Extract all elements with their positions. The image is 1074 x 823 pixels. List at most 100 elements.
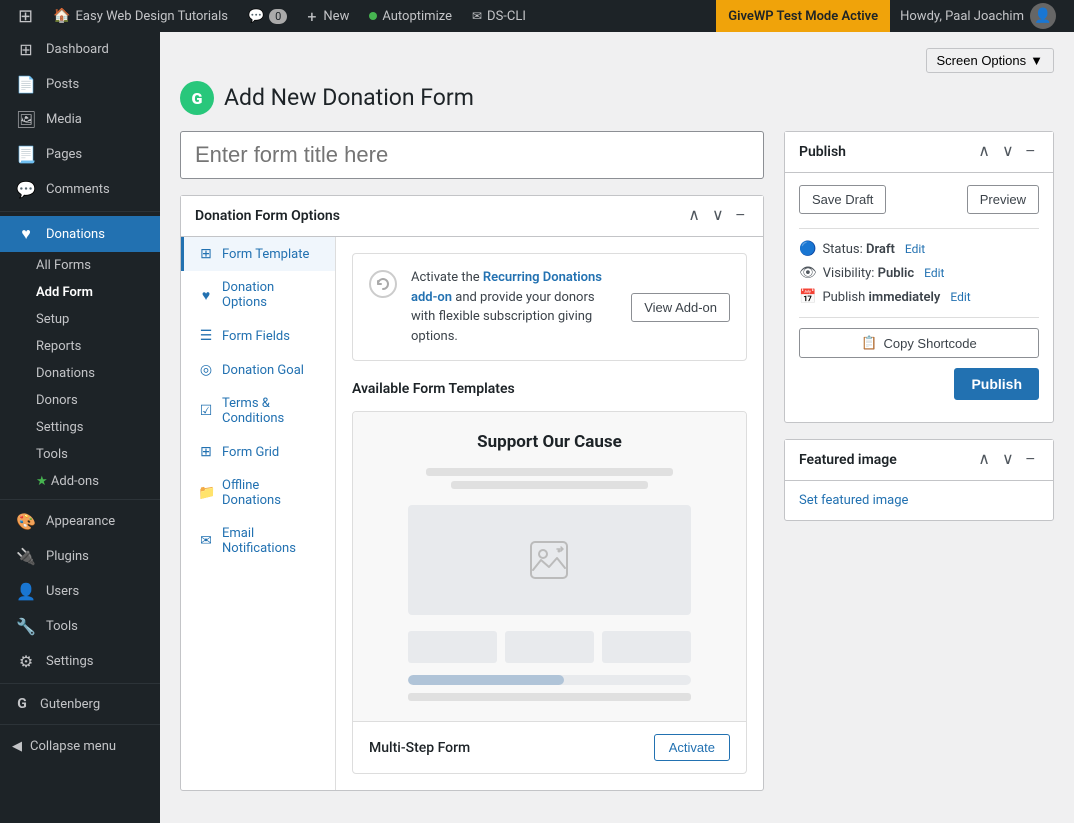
visibility-icon: 👁 — [799, 265, 817, 281]
publish-footer: Publish — [799, 368, 1039, 410]
adminbar-user-menu[interactable]: Howdy, Paal Joachim 👤 — [890, 0, 1066, 32]
preview-amount-boxes — [408, 631, 690, 663]
featured-image-controls: ∧ ∨ − — [974, 450, 1039, 470]
featured-collapse-down-button[interactable]: ∨ — [998, 450, 1018, 470]
form-options-sidebar: ⊞ Form Template ♥ Donation Options — [181, 237, 336, 790]
copy-shortcode-button[interactable]: 📋 Copy Shortcode — [799, 328, 1039, 358]
adminbar-comments[interactable]: 💬 0 — [238, 0, 297, 32]
submenu-donors[interactable]: Donors — [0, 387, 160, 414]
admin-bar: ⊞ 🏠 Easy Web Design Tutorials 💬 0 + New … — [0, 0, 1074, 32]
recurring-icon — [369, 270, 397, 304]
options-menu-form-fields[interactable]: ☰ Form Fields — [181, 319, 335, 353]
publish-time-edit-link[interactable]: Edit — [950, 290, 970, 304]
save-draft-button[interactable]: Save Draft — [799, 185, 886, 214]
publish-collapse-up-button[interactable]: ∧ — [974, 142, 994, 162]
page-title: Add New Donation Form — [224, 83, 474, 113]
submenu-donations[interactable]: Donations — [0, 360, 160, 387]
sidebar-item-tools[interactable]: 🔧 Tools — [0, 609, 160, 644]
template-name: Multi-Step Form — [369, 740, 470, 756]
preview-bottom-lines — [408, 693, 690, 701]
screen-options-button[interactable]: Screen Options ▼ — [926, 48, 1054, 73]
metabox-collapse-down-button[interactable]: ∨ — [708, 206, 728, 226]
sidebar-item-appearance[interactable]: 🎨 Appearance — [0, 504, 160, 539]
template-card: Support Our Cause — [352, 411, 747, 774]
visibility-edit-link[interactable]: Edit — [924, 266, 944, 280]
preview-amount-box-3 — [602, 631, 691, 663]
collapse-icon: ◀ — [12, 739, 22, 754]
adminbar-dscli[interactable]: ✉ DS-CLI — [462, 0, 536, 32]
form-title-input[interactable] — [180, 131, 764, 179]
test-mode-badge: GiveWP Test Mode Active — [716, 0, 890, 32]
available-templates-title: Available Form Templates — [352, 381, 747, 397]
sidebar-item-media[interactable]: 🖼 Media — [0, 102, 160, 137]
sidebar-item-donations[interactable]: ♥ Donations — [0, 216, 160, 252]
adminbar-autoptimize[interactable]: Autoptimize — [359, 0, 462, 32]
publish-metabox-controls: ∧ ∨ − — [974, 142, 1039, 162]
metabox-collapse-up-button[interactable]: ∧ — [684, 206, 704, 226]
dscli-icon: ✉ — [472, 9, 482, 23]
publish-collapse-down-button[interactable]: ∨ — [998, 142, 1018, 162]
view-addon-button[interactable]: View Add-on — [631, 293, 730, 322]
admin-sidebar: ⊞ Dashboard 📄 Posts 🖼 Media 📃 Pages 💬 Co… — [0, 32, 160, 823]
sidebar-item-dashboard[interactable]: ⊞ Dashboard — [0, 32, 160, 67]
sidebar-item-gutenberg[interactable]: G Gutenberg — [0, 688, 160, 720]
status-row: 🔵 Status: Draft Edit — [799, 237, 1039, 261]
sidebar-item-comments[interactable]: 💬 Comments — [0, 172, 160, 207]
activate-template-button[interactable]: Activate — [654, 734, 730, 761]
submenu-setup[interactable]: Setup — [0, 306, 160, 333]
publish-button[interactable]: Publish — [954, 368, 1039, 400]
submenu-reports[interactable]: Reports — [0, 333, 160, 360]
main-content: Screen Options ▼ G Add New Donation Form — [160, 32, 1074, 823]
status-edit-link[interactable]: Edit — [905, 242, 925, 256]
preview-button[interactable]: Preview — [967, 185, 1039, 214]
publish-time-row: 📅 Publish immediately Edit — [799, 285, 1039, 309]
featured-collapse-up-button[interactable]: ∧ — [974, 450, 994, 470]
options-menu-form-grid[interactable]: ⊞ Form Grid — [181, 435, 335, 469]
metabox-controls: ∧ ∨ − — [684, 206, 749, 226]
submenu-settings[interactable]: Settings — [0, 414, 160, 441]
options-menu-email[interactable]: ✉ Email Notifications — [181, 517, 335, 565]
sidebar-item-settings[interactable]: ⚙ Settings — [0, 644, 160, 679]
recurring-donations-banner: Activate the Recurring Donations add-on … — [352, 253, 747, 361]
sidebar-item-pages[interactable]: 📃 Pages — [0, 137, 160, 172]
metabox-toggle-button[interactable]: − — [732, 206, 749, 226]
email-icon: ✉ — [198, 533, 214, 549]
submenu-all-forms[interactable]: All Forms — [0, 252, 160, 279]
options-menu-form-template[interactable]: ⊞ Form Template — [181, 237, 335, 271]
screen-options-bar: Screen Options ▼ — [180, 48, 1054, 73]
form-options-layout: ⊞ Form Template ♥ Donation Options — [181, 237, 763, 790]
submenu-tools[interactable]: Tools — [0, 441, 160, 468]
sidebar-item-users[interactable]: 👤 Users — [0, 574, 160, 609]
options-menu-donation-options[interactable]: ♥ Donation Options — [181, 271, 335, 319]
admin-menu: ⊞ Dashboard 📄 Posts 🖼 Media 📃 Pages 💬 Co… — [0, 32, 160, 764]
tools-icon: 🔧 — [16, 617, 36, 636]
options-menu-donation-goal[interactable]: ◎ Donation Goal — [181, 353, 335, 387]
preview-amount-box-2 — [505, 631, 594, 663]
form-grid-icon: ⊞ — [198, 444, 214, 460]
form-fields-icon: ☰ — [198, 328, 214, 344]
autoptimize-dot-icon — [369, 12, 377, 20]
submenu-addons[interactable]: ★ Add-ons — [0, 468, 160, 495]
preview-line-1 — [426, 468, 673, 476]
publish-actions: Save Draft Preview — [799, 185, 1039, 214]
side-column: Publish ∧ ∨ − Save Draft — [784, 131, 1054, 537]
publish-toggle-button[interactable]: − — [1022, 142, 1039, 162]
sidebar-item-plugins[interactable]: 🔌 Plugins — [0, 539, 160, 574]
options-menu-terms[interactable]: ☑ Terms & Conditions — [181, 387, 335, 435]
adminbar-wp-logo[interactable]: ⊞ — [8, 0, 43, 32]
featured-toggle-button[interactable]: − — [1022, 450, 1039, 470]
options-menu-offline[interactable]: 📁 Offline Donations — [181, 469, 335, 517]
submenu-add-form[interactable]: Add Form — [0, 279, 160, 306]
adminbar-site-name[interactable]: 🏠 Easy Web Design Tutorials — [43, 0, 238, 32]
pages-icon: 📃 — [16, 145, 36, 164]
content-area: Screen Options ▼ G Add New Donation Form — [160, 32, 1074, 823]
sidebar-item-posts[interactable]: 📄 Posts — [0, 67, 160, 102]
set-featured-image-link[interactable]: Set featured image — [799, 493, 908, 508]
metabox-body: ⊞ Form Template ♥ Donation Options — [181, 237, 763, 790]
preview-line-2 — [451, 481, 649, 489]
wp-wrap: ⊞ Dashboard 📄 Posts 🖼 Media 📃 Pages 💬 Co… — [0, 32, 1074, 823]
featured-image-header: Featured image ∧ ∨ − — [785, 440, 1053, 481]
collapse-menu-button[interactable]: ◀ Collapse menu — [0, 729, 160, 764]
donations-icon: ♥ — [16, 224, 36, 244]
adminbar-new[interactable]: + New — [297, 0, 359, 32]
